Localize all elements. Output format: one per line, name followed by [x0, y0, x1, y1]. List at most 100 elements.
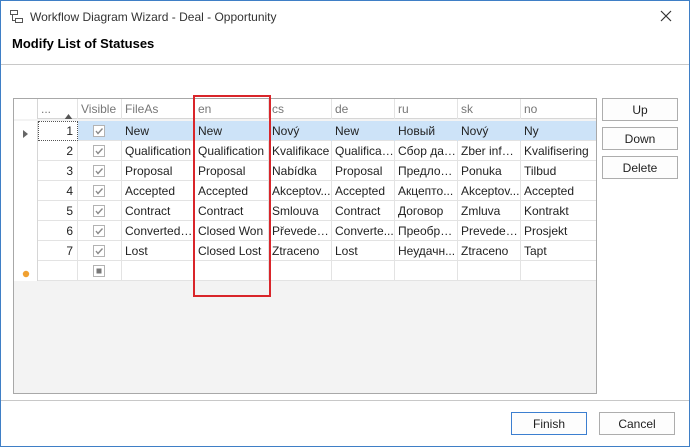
visible-checkbox[interactable]	[93, 145, 105, 157]
cell-de[interactable]: New	[332, 121, 395, 141]
table-row[interactable]: 4 Accepted Accepted Akceptov... Accepted Акце…	[14, 181, 596, 201]
visible-checkbox[interactable]	[93, 245, 105, 257]
cell-no[interactable]	[521, 261, 596, 281]
column-header-sk[interactable]: sk	[458, 99, 521, 119]
order-cell[interactable]: 4	[38, 181, 78, 201]
column-header-order[interactable]: ...	[38, 99, 78, 119]
visible-checkbox[interactable]	[93, 125, 105, 137]
cell-cs[interactable]: Ztraceno	[269, 241, 332, 261]
table-row[interactable]: 7 Lost Closed Lost Ztraceno Lost Неудачн... Zt…	[14, 241, 596, 261]
visible-cell[interactable]	[78, 221, 122, 241]
cell-cs[interactable]: Smlouva	[269, 201, 332, 221]
column-header-cs[interactable]: cs	[269, 99, 332, 119]
cell-cs[interactable]	[269, 261, 332, 281]
table-row[interactable]: 3 Proposal Proposal Nabídka Proposal Предлож.…	[14, 161, 596, 181]
order-cell[interactable]: 1	[38, 121, 78, 141]
cell-no[interactable]: Tapt	[521, 241, 596, 261]
cell-ru[interactable]: Преобраз...	[395, 221, 458, 241]
visible-cell[interactable]	[78, 241, 122, 261]
cell-fileas[interactable]: Proposal	[122, 161, 195, 181]
cell-ru[interactable]: Акцепто...	[395, 181, 458, 201]
column-header-ru[interactable]: ru	[395, 99, 458, 119]
visible-cell[interactable]	[78, 201, 122, 221]
cell-ru[interactable]: Договор	[395, 201, 458, 221]
cell-sk[interactable]: Preveden...	[458, 221, 521, 241]
visible-cell[interactable]	[78, 181, 122, 201]
cell-ru[interactable]	[395, 261, 458, 281]
column-header-no[interactable]: no	[521, 99, 596, 119]
cell-no[interactable]: Prosjekt	[521, 221, 596, 241]
visible-checkbox[interactable]	[93, 225, 105, 237]
cell-no[interactable]: Kontrakt	[521, 201, 596, 221]
cell-sk[interactable]: Nový	[458, 121, 521, 141]
column-header-de[interactable]: de	[332, 99, 395, 119]
new-item-row[interactable]	[14, 261, 596, 281]
cell-fileas[interactable]: Lost	[122, 241, 195, 261]
order-cell[interactable]	[38, 261, 78, 281]
cell-sk[interactable]: Zber infor...	[458, 141, 521, 161]
table-row[interactable]: 2 Qualification Qualification Kvalifikace Qu…	[14, 141, 596, 161]
workflow-app-icon	[10, 10, 23, 23]
cell-de[interactable]: Accepted	[332, 181, 395, 201]
cell-sk[interactable]	[458, 261, 521, 281]
cell-cs[interactable]: Nový	[269, 121, 332, 141]
cell-ru[interactable]: Предлож...	[395, 161, 458, 181]
cell-ru[interactable]: Неудачн...	[395, 241, 458, 261]
table-row[interactable]: 5 Contract Contract Smlouva Contract Договор Z…	[14, 201, 596, 221]
visible-checkbox-indeterminate[interactable]	[93, 265, 105, 277]
table-row[interactable]: 1 New New Nový New Новый Nový Ny	[14, 121, 596, 141]
visible-checkbox[interactable]	[93, 185, 105, 197]
grid-header-row: ... Visible FileAs en cs de ru sk no	[14, 99, 596, 119]
cell-sk[interactable]: Akceptov...	[458, 181, 521, 201]
cell-sk[interactable]: Zmluva	[458, 201, 521, 221]
cell-ru[interactable]: Сбор дан...	[395, 141, 458, 161]
close-button[interactable]	[643, 3, 689, 31]
cell-cs[interactable]: Nabídka	[269, 161, 332, 181]
visible-checkbox[interactable]	[93, 165, 105, 177]
cell-sk[interactable]: Ponuka	[458, 161, 521, 181]
cell-ru[interactable]: Новый	[395, 121, 458, 141]
cell-fileas[interactable]: Converted t...	[122, 221, 195, 241]
up-button[interactable]: Up	[602, 98, 678, 121]
visible-checkbox[interactable]	[93, 205, 105, 217]
visible-cell[interactable]	[78, 121, 122, 141]
cell-no[interactable]: Ny	[521, 121, 596, 141]
cell-fileas[interactable]: Qualification	[122, 141, 195, 161]
order-cell[interactable]: 3	[38, 161, 78, 181]
cell-de[interactable]: Qualificati...	[332, 141, 395, 161]
cell-cs[interactable]: Kvalifikace	[269, 141, 332, 161]
cell-fileas[interactable]: Accepted	[122, 181, 195, 201]
statuses-grid[interactable]: ... Visible FileAs en cs de ru sk no 1 Ne…	[13, 98, 597, 394]
down-button[interactable]: Down	[602, 127, 678, 150]
cell-de[interactable]	[332, 261, 395, 281]
cell-no[interactable]: Kvalifisering	[521, 141, 596, 161]
cell-cs[interactable]: Akceptov...	[269, 181, 332, 201]
cell-de[interactable]: Proposal	[332, 161, 395, 181]
order-cell[interactable]: 2	[38, 141, 78, 161]
cell-no[interactable]: Tilbud	[521, 161, 596, 181]
row-indicator-header	[14, 99, 38, 119]
cell-fileas[interactable]	[122, 261, 195, 281]
wizard-window: Workflow Diagram Wizard - Deal - Opportu…	[0, 0, 690, 447]
cell-de[interactable]: Lost	[332, 241, 395, 261]
delete-button[interactable]: Delete	[602, 156, 678, 179]
column-header-visible[interactable]: Visible	[78, 99, 122, 119]
cell-cs[interactable]: Převeden...	[269, 221, 332, 241]
cell-fileas[interactable]: Contract	[122, 201, 195, 221]
cell-de[interactable]: Contract	[332, 201, 395, 221]
table-row[interactable]: 6 Converted t... Closed Won Převeden... Conv…	[14, 221, 596, 241]
column-header-fileas[interactable]: FileAs	[122, 99, 195, 119]
title-bar: Workflow Diagram Wizard - Deal - Opportu…	[1, 1, 689, 32]
order-cell[interactable]: 6	[38, 221, 78, 241]
visible-cell[interactable]	[78, 161, 122, 181]
visible-cell[interactable]	[78, 261, 122, 281]
cell-de[interactable]: Converte...	[332, 221, 395, 241]
cell-sk[interactable]: Ztraceno	[458, 241, 521, 261]
cell-fileas[interactable]: New	[122, 121, 195, 141]
order-cell[interactable]: 5	[38, 201, 78, 221]
visible-cell[interactable]	[78, 141, 122, 161]
order-cell[interactable]: 7	[38, 241, 78, 261]
cell-no[interactable]: Accepted	[521, 181, 596, 201]
cancel-button[interactable]: Cancel	[599, 412, 675, 435]
finish-button[interactable]: Finish	[511, 412, 587, 435]
